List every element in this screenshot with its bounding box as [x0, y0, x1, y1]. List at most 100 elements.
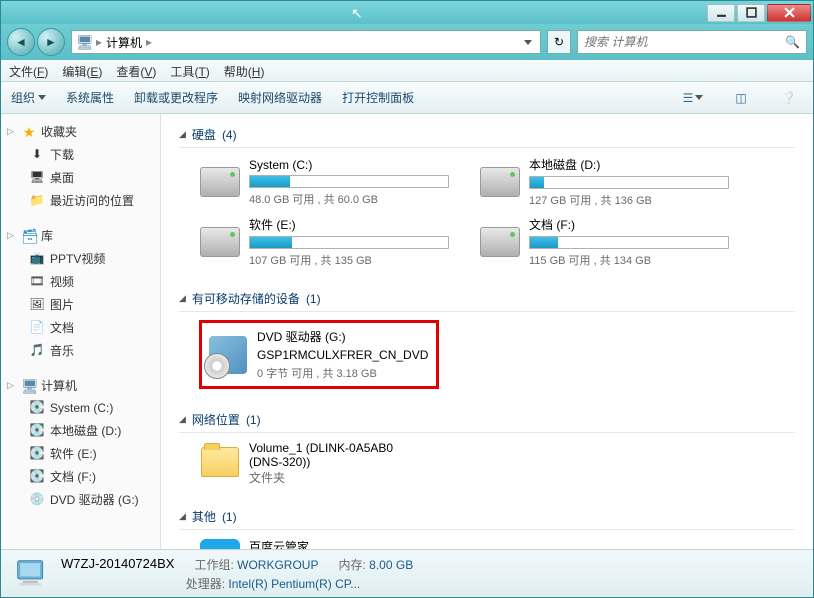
back-button[interactable]: ◄ — [7, 28, 35, 56]
sidebar-item-drive-c[interactable]: 💽System (C:) — [1, 397, 160, 419]
picture-icon: 🖼 — [29, 297, 45, 313]
help-button[interactable]: ❔ — [775, 87, 803, 109]
network-location[interactable]: Volume_1 (DLINK-0A5AB0 (DNS-320)) 文件夹 — [179, 433, 795, 494]
sidebar-item-drive-d[interactable]: 💽本地磁盘 (D:) — [1, 419, 160, 442]
titlebar[interactable]: ↖ — [1, 1, 813, 24]
maximize-button[interactable] — [737, 4, 765, 22]
map-network-button[interactable]: 映射网络驱动器 — [238, 89, 322, 106]
menu-edit[interactable]: 编辑(E) — [62, 63, 102, 80]
computer-icon: 🖥 — [76, 34, 92, 50]
star-icon: ★ — [21, 124, 37, 140]
drive-c[interactable]: System (C:) 48.0 GB 可用 , 共 60.0 GB — [199, 156, 449, 208]
drive-name: 本地磁盘 (D:) — [529, 156, 729, 173]
cursor-icon: ↖ — [351, 5, 363, 22]
drive-name: DVD 驱动器 (G:) — [257, 328, 431, 345]
sidebar-item-drive-e[interactable]: 💽软件 (E:) — [1, 442, 160, 465]
sidebar-item-downloads[interactable]: ⬇ 下载 — [1, 143, 160, 166]
search-input[interactable] — [584, 35, 779, 49]
sidebar-item-drive-g[interactable]: 💿DVD 驱动器 (G:) — [1, 488, 160, 511]
sidebar-libraries-head[interactable]: ▷🗃库 — [1, 224, 160, 247]
section-hdd-head[interactable]: ◢硬盘 (4) — [179, 122, 795, 148]
drive-status: 48.0 GB 可用 , 共 60.0 GB — [249, 191, 449, 207]
forward-button[interactable]: ► — [37, 28, 65, 56]
statusbar: W7ZJ-20140724BX 工作组: WORKGROUP 内存: 8.00 … — [1, 549, 813, 597]
preview-pane-button[interactable]: ◫ — [727, 87, 755, 109]
folder-icon: 📁 — [29, 193, 45, 209]
tv-icon: 📺 — [29, 251, 45, 267]
other-baidu[interactable]: ∞ 百度云管家 双击运行百度云管家 — [179, 530, 795, 549]
sidebar-item-pictures[interactable]: 🖼图片 — [1, 293, 160, 316]
organize-button[interactable]: 组织 — [11, 89, 46, 106]
drive-e[interactable]: 软件 (E:) 107 GB 可用 , 共 135 GB — [199, 216, 449, 268]
baidu-icon: ∞ — [200, 539, 240, 549]
nav-row: ◄ ► 🖥 ▸ 计算机 ▸ ↻ 🔍 — [1, 24, 813, 60]
menu-tools[interactable]: 工具(T) — [170, 63, 209, 80]
close-button[interactable] — [767, 4, 811, 22]
computer-icon: 🖥 — [21, 378, 37, 394]
drive-g-dvd[interactable]: DVD 驱动器 (G:) GSP1RMCULXFRER_CN_DVD 0 字节 … — [199, 320, 439, 389]
open-control-panel-button[interactable]: 打开控制面板 — [342, 89, 414, 106]
memory-label: 内存: — [338, 558, 365, 572]
sidebar-computer-head[interactable]: ▷🖥计算机 — [1, 374, 160, 397]
sidebar-item-pptv[interactable]: 📺 PPTV视频 — [1, 247, 160, 270]
sidebar-item-recent[interactable]: 📁 最近访问的位置 — [1, 189, 160, 212]
explorer-window: ↖ ◄ ► 🖥 ▸ 计算机 ▸ ↻ 🔍 文件(F) 编辑(E) 查看(V) 工具… — [0, 0, 814, 598]
drive-name: 软件 (E:) — [249, 216, 449, 233]
sidebar-item-drive-f[interactable]: 💽文档 (F:) — [1, 465, 160, 488]
memory-value: 8.00 GB — [369, 558, 413, 572]
desktop-icon: 🖥 — [29, 170, 45, 186]
dvd-drive-icon — [209, 336, 247, 374]
menu-help[interactable]: 帮助(H) — [224, 63, 265, 80]
minimize-button[interactable] — [707, 4, 735, 22]
refresh-button[interactable]: ↻ — [547, 30, 571, 54]
drive-usage-bar — [249, 236, 449, 249]
search-box[interactable]: 🔍 — [577, 30, 807, 54]
drive-usage-bar — [249, 175, 449, 188]
uninstall-button[interactable]: 卸载或更改程序 — [134, 89, 218, 106]
folder-icon — [201, 447, 239, 477]
sidebar-item-desktop[interactable]: 🖥桌面 — [1, 166, 160, 189]
menubar: 文件(F) 编辑(E) 查看(V) 工具(T) 帮助(H) — [1, 60, 813, 82]
disk-icon: 💽 — [29, 446, 45, 462]
sidebar-item-music[interactable]: 🎵 音乐 — [1, 339, 160, 362]
sidebar-item-label: 音乐 — [50, 342, 74, 359]
hard-disk-icon — [200, 167, 240, 197]
film-icon: 🎞 — [29, 274, 45, 290]
net-name1: Volume_1 (DLINK-0A5AB0 — [249, 441, 393, 455]
drive-usage-bar — [529, 236, 729, 249]
address-dropdown-icon[interactable] — [520, 34, 536, 50]
download-icon: ⬇ — [29, 147, 45, 163]
computer-large-icon — [11, 554, 51, 594]
sidebar-item-label: 最近访问的位置 — [50, 192, 134, 209]
sidebar-item-label: 视频 — [50, 273, 74, 290]
sidebar-item-label: PPTV视频 — [50, 250, 105, 267]
sidebar-favorites-head[interactable]: ▷★收藏夹 — [1, 120, 160, 143]
drive-name: 文档 (F:) — [529, 216, 729, 233]
section-network-head[interactable]: ◢网络位置 (1) — [179, 407, 795, 433]
system-properties-button[interactable]: 系统属性 — [66, 89, 114, 106]
breadcrumb[interactable]: 计算机 — [106, 34, 142, 51]
address-bar[interactable]: 🖥 ▸ 计算机 ▸ — [71, 30, 541, 54]
net-type: 文件夹 — [249, 469, 393, 486]
cpu-label: 处理器: — [186, 577, 225, 591]
sidebar-item-documents[interactable]: 📄文档 — [1, 316, 160, 339]
library-icon: 🗃 — [21, 228, 37, 244]
menu-view[interactable]: 查看(V) — [116, 63, 156, 80]
drive-usage-bar — [529, 176, 729, 189]
section-other-head[interactable]: ◢其他 (1) — [179, 504, 795, 530]
disk-icon: 💽 — [29, 400, 45, 416]
hard-disk-icon — [480, 227, 520, 257]
workgroup-value: WORKGROUP — [237, 558, 318, 572]
drive-status: 107 GB 可用 , 共 135 GB — [249, 252, 449, 268]
sidebar: ▷★收藏夹 ⬇ 下载 🖥桌面 📁 最近访问的位置 ▷🗃库 📺 PPTV视频 🎞 视频 🖼… — [1, 114, 161, 549]
drive-f[interactable]: 文档 (F:) 115 GB 可用 , 共 134 GB — [479, 216, 729, 268]
sidebar-item-label: 下载 — [50, 146, 74, 163]
sidebar-item-videos[interactable]: 🎞 视频 — [1, 270, 160, 293]
drive-status: 0 字节 可用 , 共 3.18 GB — [257, 365, 431, 381]
music-icon: 🎵 — [29, 343, 45, 359]
view-options-button[interactable]: ☰ — [679, 87, 707, 109]
sidebar-item-label: 文档 (F:) — [50, 468, 96, 485]
section-removable-head[interactable]: ◢有可移动存储的设备 (1) — [179, 286, 795, 312]
drive-d[interactable]: 本地磁盘 (D:) 127 GB 可用 , 共 136 GB — [479, 156, 729, 208]
menu-file[interactable]: 文件(F) — [9, 63, 48, 80]
